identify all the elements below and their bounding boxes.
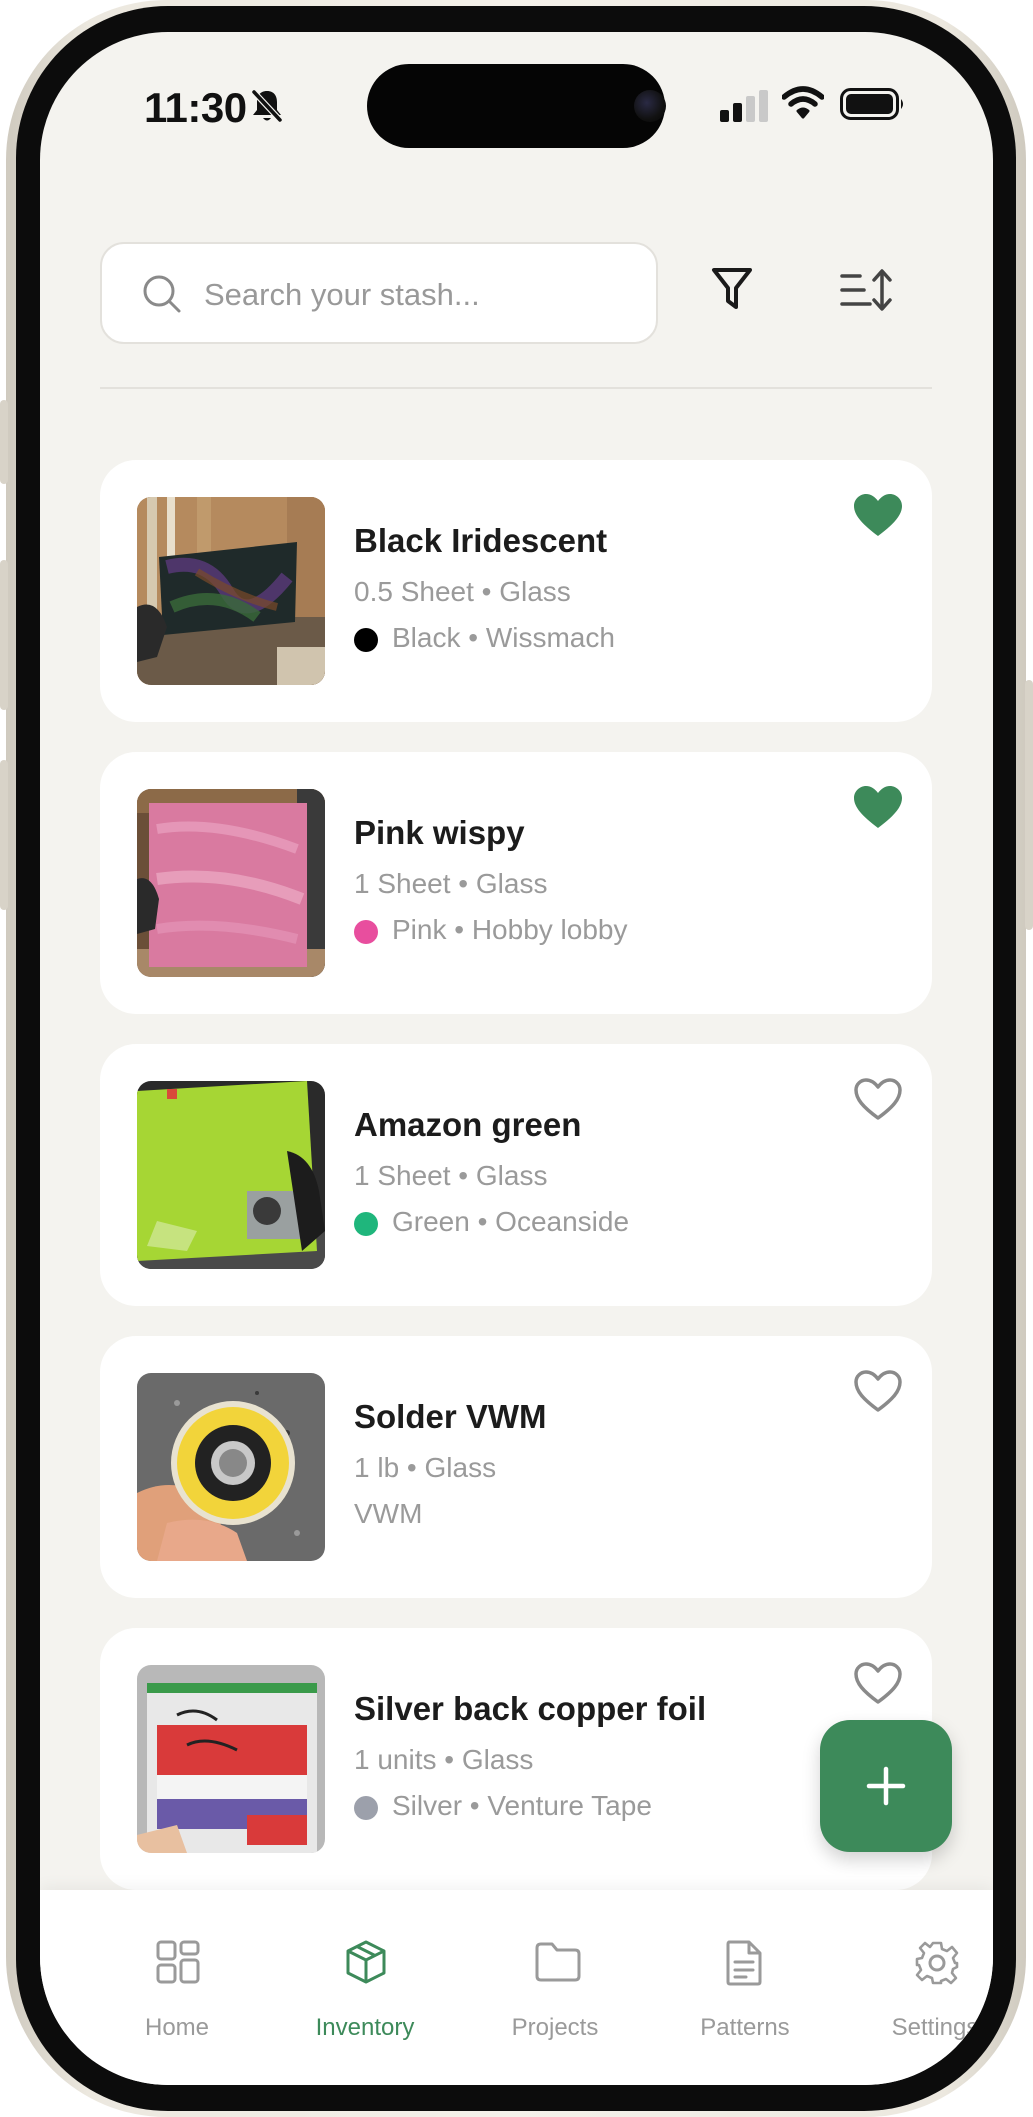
inventory-item-card[interactable]: Black Iridescent 0.5 Sheet • Glass Black… bbox=[100, 460, 932, 722]
tab-patterns[interactable]: Patterns bbox=[650, 1890, 840, 2050]
app-screen: 11:30 Search your stash... Black Iridesc… bbox=[40, 32, 993, 2085]
inventory-item-card[interactable]: Solder VWM 1 lb • Glass VWM bbox=[100, 1336, 932, 1598]
sort-icon[interactable] bbox=[840, 268, 894, 312]
box-icon bbox=[346, 1940, 386, 1984]
item-color-brand: Silver • Venture Tape bbox=[354, 1790, 652, 1822]
tab-label: Projects bbox=[511, 2014, 599, 2041]
item-photo bbox=[137, 789, 325, 977]
add-item-button[interactable] bbox=[820, 1720, 952, 1852]
favorite-heart-outline-icon[interactable] bbox=[852, 1076, 904, 1122]
item-quantity-type: 1 Sheet • Glass bbox=[354, 868, 548, 899]
inventory-item-card[interactable]: Amazon green 1 Sheet • Glass Green • Oce… bbox=[100, 1044, 932, 1306]
tab-projects[interactable]: Projects bbox=[460, 1890, 650, 2050]
document-icon bbox=[726, 1940, 762, 1986]
search-input[interactable] bbox=[204, 270, 634, 320]
favorite-heart-outline-icon[interactable] bbox=[852, 1660, 904, 1706]
item-color-brand: Green • Oceanside bbox=[354, 1206, 629, 1238]
item-name: Black Iridescent bbox=[354, 522, 608, 559]
bottom-tab-bar: Home Inventory Projects Patterns Setting… bbox=[40, 1890, 993, 2085]
item-color-brand: Pink • Hobby lobby bbox=[354, 914, 627, 946]
tab-inventory[interactable]: Inventory bbox=[270, 1890, 460, 2050]
color-dot bbox=[354, 920, 378, 944]
wifi-icon bbox=[782, 86, 824, 119]
filter-icon[interactable] bbox=[710, 265, 754, 313]
folder-icon bbox=[535, 1942, 581, 1982]
status-time: 11:30 bbox=[144, 84, 247, 131]
favorite-heart-filled-icon[interactable] bbox=[852, 784, 904, 830]
item-color-brand: VWM bbox=[354, 1498, 422, 1530]
plus-icon bbox=[866, 1766, 906, 1806]
tab-label: Settings bbox=[891, 2014, 979, 2041]
search-bar[interactable] bbox=[100, 242, 658, 344]
item-name: Pink wispy bbox=[354, 814, 525, 851]
color-dot bbox=[354, 1796, 378, 1820]
search-icon bbox=[143, 275, 181, 313]
silent-bell-icon bbox=[250, 88, 284, 124]
tab-settings[interactable]: Settings bbox=[840, 1890, 993, 2050]
item-quantity-type: 0.5 Sheet • Glass bbox=[354, 576, 571, 607]
divider bbox=[100, 387, 932, 389]
tab-label: Home bbox=[144, 2014, 210, 2041]
item-photo bbox=[137, 1373, 325, 1561]
item-color-brand: Black • Wissmach bbox=[354, 622, 615, 654]
inventory-item-card[interactable]: Silver back copper foil 1 units • Glass … bbox=[100, 1628, 932, 1890]
battery-icon bbox=[840, 88, 903, 120]
action-button bbox=[0, 400, 8, 484]
tab-home[interactable]: Home bbox=[82, 1890, 272, 2050]
item-name: Amazon green bbox=[354, 1106, 582, 1143]
item-meta-text: Black • Wissmach bbox=[392, 622, 615, 653]
favorite-heart-filled-icon[interactable] bbox=[852, 492, 904, 538]
item-photo bbox=[137, 497, 325, 685]
favorite-heart-outline-icon[interactable] bbox=[852, 1368, 904, 1414]
inventory-item-card[interactable]: Pink wispy 1 Sheet • Glass Pink • Hobby … bbox=[100, 752, 932, 1014]
volume-up-button bbox=[0, 560, 8, 710]
volume-down-button bbox=[0, 760, 8, 910]
item-quantity-type: 1 Sheet • Glass bbox=[354, 1160, 548, 1191]
item-meta-text: Silver • Venture Tape bbox=[392, 1790, 652, 1821]
item-quantity-type: 1 lb • Glass bbox=[354, 1452, 497, 1483]
front-camera bbox=[634, 90, 666, 122]
item-meta-text: Green • Oceanside bbox=[392, 1206, 630, 1237]
item-name: Solder VWM bbox=[354, 1398, 547, 1435]
item-name: Silver back copper foil bbox=[354, 1690, 707, 1727]
grid-icon bbox=[156, 1940, 200, 1984]
item-meta-text: Pink • Hobby lobby bbox=[392, 914, 628, 945]
tab-label: Inventory bbox=[315, 2014, 415, 2041]
color-dot bbox=[354, 628, 378, 652]
gear-icon bbox=[915, 1941, 959, 1985]
power-button bbox=[1025, 680, 1033, 930]
tab-label: Patterns bbox=[700, 2014, 790, 2041]
signal-icon bbox=[720, 90, 768, 122]
dynamic-island bbox=[367, 64, 665, 148]
item-photo bbox=[137, 1665, 325, 1853]
color-dot bbox=[354, 1212, 378, 1236]
item-meta-text: VWM bbox=[354, 1498, 423, 1529]
item-quantity-type: 1 units • Glass bbox=[354, 1744, 534, 1775]
item-photo bbox=[137, 1081, 325, 1269]
